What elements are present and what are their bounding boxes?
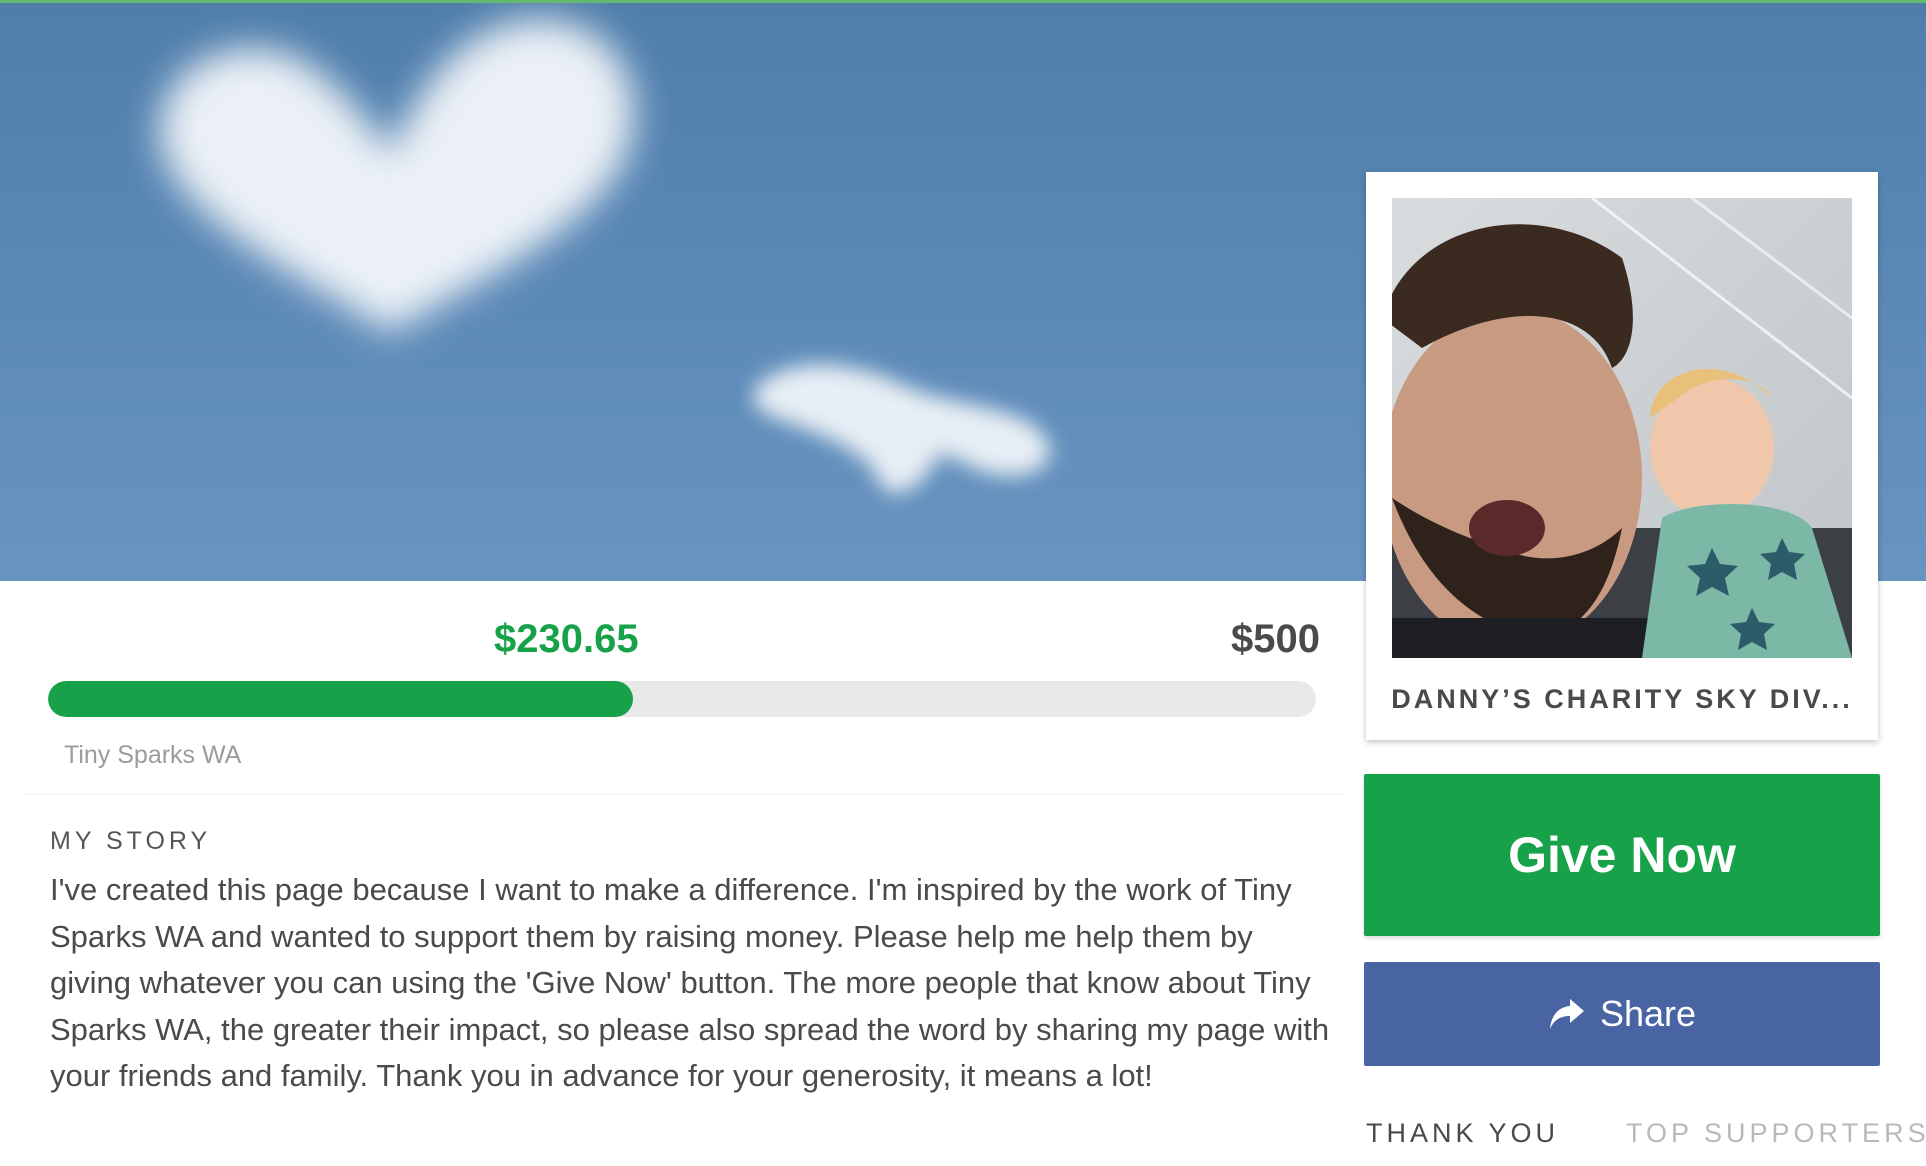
progress-bar [48, 681, 1316, 717]
share-button[interactable]: Share [1364, 962, 1880, 1066]
tab-top-supporters[interactable]: TOP SUPPORTERS [1626, 1118, 1926, 1149]
section-divider [24, 794, 1344, 795]
tab-thank-you[interactable]: THANK YOU [1366, 1118, 1559, 1149]
heart-cloud-graphic [159, 19, 634, 333]
profile-card: DANNY’S CHARITY SKY DIV... [1366, 172, 1878, 740]
small-cloud-graphic [753, 364, 1050, 493]
share-arrow-icon [1549, 999, 1584, 1029]
story-heading: MY STORY [50, 827, 212, 855]
fundraiser-panel: $230.65 $500 Tiny Sparks WA MY STORY I'v… [24, 581, 1344, 1166]
profile-photo [1392, 198, 1852, 658]
profile-title[interactable]: DANNY’S CHARITY SKY DIV... [1366, 684, 1878, 715]
amount-raised: $230.65 [494, 617, 639, 661]
progress-fill [48, 681, 633, 717]
give-now-button[interactable]: Give Now [1364, 774, 1880, 936]
charity-name[interactable]: Tiny Sparks WA [64, 741, 241, 770]
story-text: I've created this page because I want to… [50, 872, 1330, 1093]
share-label: Share [1599, 993, 1697, 1034]
amount-target: $500 [1231, 617, 1320, 661]
profile-photo-illustration [1392, 198, 1852, 658]
